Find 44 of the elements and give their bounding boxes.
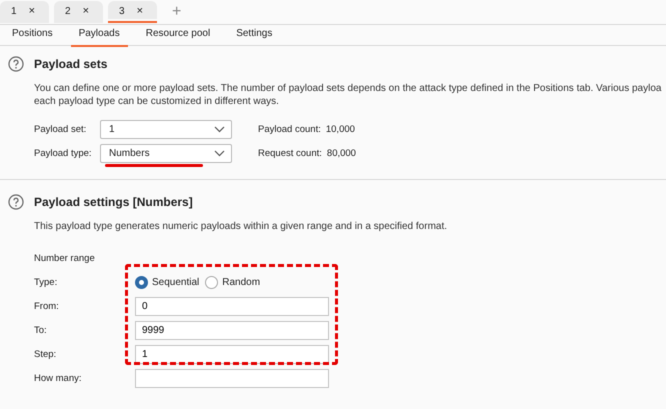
chevron-down-icon bbox=[214, 126, 225, 133]
info-value: 80,000 bbox=[326, 148, 356, 159]
field-label: From: bbox=[34, 300, 60, 312]
sub-tab[interactable]: Positions bbox=[4, 25, 61, 47]
window-tab[interactable]: 3 × bbox=[108, 1, 157, 23]
radio-option[interactable]: Sequential bbox=[135, 276, 200, 288]
field-label: How many: bbox=[34, 372, 83, 384]
help-icon[interactable] bbox=[8, 194, 24, 210]
sub-tab[interactable]: Payloads bbox=[70, 25, 128, 47]
section-title: Payload sets bbox=[34, 57, 108, 71]
number-input[interactable] bbox=[135, 368, 329, 388]
field-label: Payload type: bbox=[34, 148, 93, 159]
number-input[interactable]: 1 bbox=[135, 344, 329, 364]
radio-label: Random bbox=[222, 276, 260, 288]
chevron-down-icon bbox=[214, 150, 225, 157]
help-icon[interactable] bbox=[8, 56, 24, 72]
window-tab[interactable]: 2 × bbox=[54, 1, 103, 23]
number-input[interactable]: 0 bbox=[135, 296, 329, 316]
radio-button[interactable] bbox=[205, 276, 218, 288]
radio-label: Sequential bbox=[152, 276, 200, 288]
close-tab-button[interactable]: × bbox=[28, 5, 35, 17]
info-label: Request count: bbox=[258, 148, 322, 159]
section-title: Payload settings [Numbers] bbox=[34, 195, 193, 209]
field-label: To: bbox=[34, 324, 48, 336]
close-tab-button[interactable]: × bbox=[136, 5, 143, 17]
number-input[interactable]: 9999 bbox=[135, 320, 329, 340]
sub-tab[interactable]: Resource pool bbox=[138, 25, 218, 47]
tab-label: 3 bbox=[119, 6, 125, 16]
tab-label: 2 bbox=[65, 6, 71, 16]
group-label: Number range bbox=[34, 253, 96, 264]
window-tab[interactable]: 1 × bbox=[0, 1, 49, 23]
sub-tab[interactable]: Settings bbox=[228, 25, 280, 47]
field-label: Payload set: bbox=[34, 124, 88, 135]
section-description: You can define one or more payload sets. The number of payload sets depends on the attack type defined in the Positions tab. Various payloa each payload type can be customized in different ways. bbox=[34, 82, 662, 108]
info-label: Payload count: bbox=[258, 124, 321, 135]
section-description: This payload type generates numeric payloads within a given range and in a specified format. bbox=[34, 220, 448, 233]
field-label: Step: bbox=[34, 348, 58, 360]
radio-button[interactable] bbox=[135, 276, 148, 288]
radio-option[interactable]: Random bbox=[205, 276, 260, 288]
info-value: 10,000 bbox=[326, 124, 355, 135]
field-label: Type: bbox=[34, 276, 58, 288]
close-tab-button[interactable]: × bbox=[82, 5, 89, 17]
dropdown[interactable]: 1 bbox=[100, 120, 232, 139]
tab-label: 1 bbox=[11, 6, 17, 16]
